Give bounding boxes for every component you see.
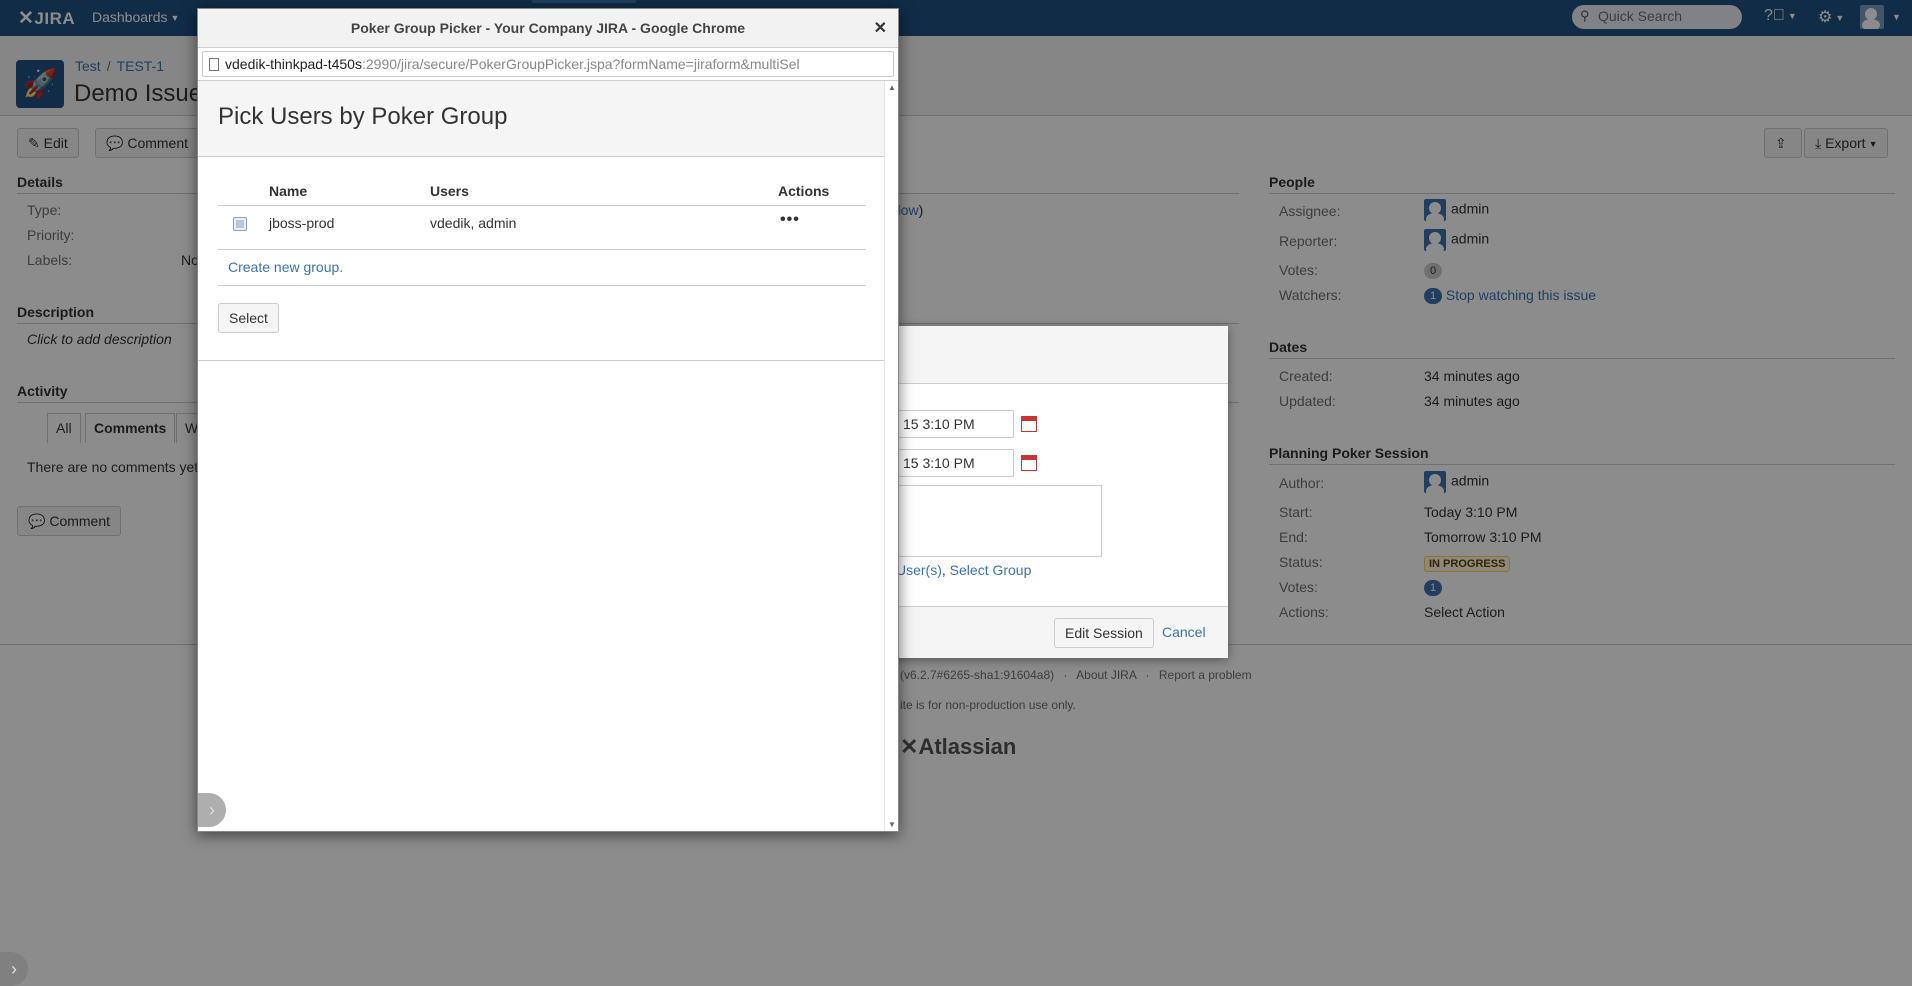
cancel-link[interactable]: Cancel [1162, 624, 1206, 640]
vertical-scrollbar[interactable]: ▲ ▼ [884, 81, 898, 831]
end-date-input[interactable]: 15 3:10 PM [896, 449, 1014, 477]
scroll-up-arrow-icon[interactable]: ▲ [888, 83, 896, 92]
select-group-link[interactable]: Select Group [950, 562, 1032, 578]
table-header-divider [218, 205, 866, 206]
group-select-checkbox[interactable] [233, 217, 247, 231]
edit-session-button[interactable]: Edit Session [1054, 618, 1154, 648]
more-actions-icon[interactable]: ••• [780, 211, 800, 229]
start-date-input[interactable]: 15 3:10 PM [896, 410, 1014, 438]
poker-group-picker-window: Poker Group Picker - Your Company JIRA -… [197, 8, 899, 832]
page-icon [209, 58, 219, 71]
url-path: :2990/jira/secure/PokerGroupPicker.jspa?… [361, 56, 800, 72]
select-button[interactable]: Select [218, 303, 279, 333]
participant-links: User(s), Select Group [896, 562, 1032, 578]
table-row-divider [218, 249, 866, 250]
column-header-actions: Actions [778, 183, 830, 199]
calendar-icon[interactable] [1021, 455, 1037, 471]
url-field[interactable]: vdedik-thinkpad-t450s:2990/jira/secure/P… [202, 51, 894, 77]
picker-page: Pick Users by Poker Group Name Users Act… [198, 81, 884, 831]
window-title: Poker Group Picker - Your Company JIRA -… [350, 20, 746, 36]
group-name-cell: jboss-prod [269, 215, 335, 231]
chevron-right-icon: › [209, 800, 215, 820]
column-header-users: Users [430, 183, 469, 199]
create-group-divider [218, 285, 866, 286]
group-users-cell: vdedik, admin [430, 215, 517, 231]
page-title: Pick Users by Poker Group [218, 103, 508, 130]
chevron-right-icon: › [11, 959, 17, 979]
address-bar: vdedik-thinkpad-t450s:2990/jira/secure/P… [198, 48, 898, 81]
scroll-down-arrow-icon[interactable]: ▼ [888, 820, 896, 829]
picker-header: Pick Users by Poker Group [198, 81, 884, 157]
column-header-name: Name [269, 183, 308, 199]
create-new-group-link[interactable]: Create new group. [228, 259, 343, 275]
close-icon[interactable]: ✕ [874, 18, 887, 38]
sidebar-expand-toggle[interactable]: › [198, 793, 226, 827]
calendar-icon[interactable] [1021, 416, 1037, 432]
select-users-link[interactable]: User(s) [896, 562, 942, 578]
url-host: vdedik-thinkpad-t450s [225, 56, 362, 72]
window-titlebar[interactable]: Poker Group Picker - Your Company JIRA -… [198, 9, 898, 48]
